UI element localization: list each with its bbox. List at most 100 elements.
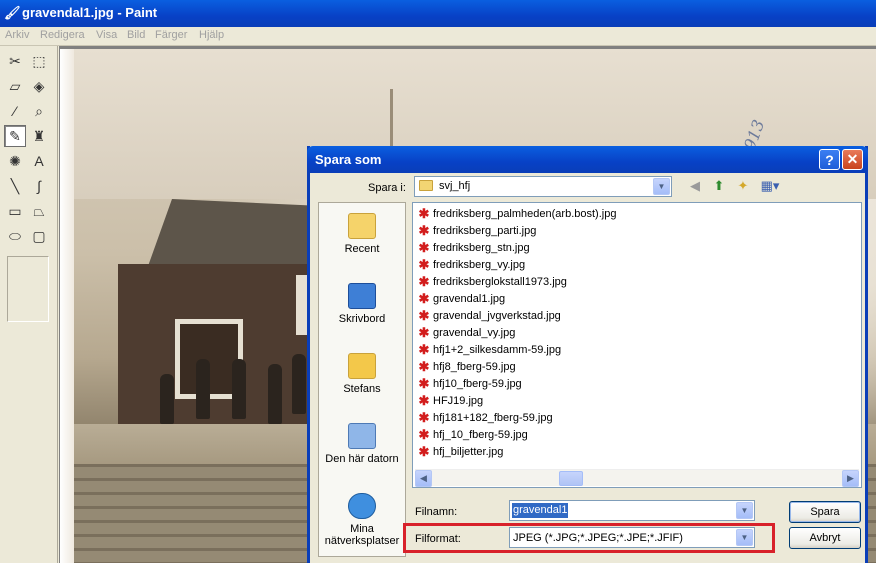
photo-left-edge [60,49,74,563]
folder-icon [419,180,433,191]
file-name: fredriksberg_parti.jpg [433,225,537,237]
file-list-item[interactable]: ✱ gravendal_jvgverkstad.jpg [417,308,561,324]
filename-value: gravendal1 [512,503,569,518]
places-bar: Recent Skrivbord Stefans Den här datorn … [318,202,406,557]
line-icon[interactable]: ╲ [4,175,26,197]
dialog-title: Spara som [315,152,382,167]
file-list-item[interactable]: ✱ fredriksberg_stn.jpg [417,240,530,256]
desktop-icon [348,283,376,309]
magnifier-icon[interactable]: ⌕ [28,100,50,122]
menu-view[interactable]: Visa [96,29,117,41]
place-label: Recent [344,243,380,255]
file-name: fredriksberg_palmheden(arb.bost).jpg [433,208,617,220]
scroll-left-icon[interactable]: ◀ [415,470,432,487]
chevron-down-icon[interactable]: ▼ [736,502,753,519]
menu-image[interactable]: Bild [127,29,145,41]
scroll-right-icon[interactable]: ▶ [842,470,859,487]
back-icon[interactable]: ◀ [686,177,704,195]
file-name: hfj1+2_silkesdamm-59.jpg [433,344,562,356]
close-button[interactable]: ✕ [842,149,863,170]
rounded-rect-icon[interactable]: ▢ [28,225,50,247]
file-list-item[interactable]: ✱ HFJ19.jpg [417,393,484,409]
file-list-item[interactable]: ✱ fredriksberg_palmheden(arb.bost).jpg [417,206,617,222]
file-list-item[interactable]: ✱ hfj181+182_fberg-59.jpg [417,410,553,426]
photo-person [292,354,306,414]
place-network[interactable]: Mina nätverksplatser [319,493,405,547]
network-globe-icon [348,493,376,519]
jpg-file-icon: ✱ [418,427,430,442]
file-list-item[interactable]: ✱ hfj_10_fberg-59.jpg [417,427,528,443]
jpg-file-icon: ✱ [418,206,430,221]
file-list-item[interactable]: ✱ fredriksberglokstall1973.jpg [417,274,567,290]
place-label: Mina nätverksplatser [324,523,400,547]
tool-options-box[interactable] [7,256,49,322]
place-my-computer[interactable]: Den här datorn [319,423,405,465]
jpg-file-icon: ✱ [418,325,430,340]
menu-edit[interactable]: Redigera [40,29,85,41]
place-desktop[interactable]: Skrivbord [319,283,405,325]
file-name: hfj8_fberg-59.jpg [433,361,516,373]
photo-person [196,359,210,419]
file-list-item[interactable]: ✱ fredriksberg_vy.jpg [417,257,526,273]
filename-label: Filnamn: [415,506,458,518]
save-button[interactable]: Spara [789,501,861,523]
chevron-down-icon[interactable]: ▼ [653,178,670,195]
free-form-select-icon[interactable]: ✂ [4,50,26,72]
file-name: gravendal_vy.jpg [433,327,516,339]
rect-select-icon[interactable]: ⬚ [28,50,50,72]
save-in-combo[interactable]: svj_hfj ▼ [414,176,672,197]
file-list-item[interactable]: ✱ gravendal1.jpg [417,291,506,307]
file-list-item[interactable]: ✱ gravendal_vy.jpg [417,325,516,341]
jpg-file-icon: ✱ [418,291,430,306]
computer-icon [348,423,376,449]
place-documents[interactable]: Stefans [319,353,405,395]
pick-color-icon[interactable]: ⁄ [4,100,26,122]
place-label: Stefans [343,383,381,395]
jpg-file-icon: ✱ [418,393,430,408]
menu-colors[interactable]: Färger [155,29,187,41]
text-icon[interactable]: A [28,150,50,172]
ellipse-icon[interactable]: ⬭ [4,225,26,247]
pencil-icon[interactable]: ✎ [4,125,26,147]
paint-title-bar: 🖌 gravendal1.jpg - Paint [0,0,876,27]
jpg-file-icon: ✱ [418,223,430,238]
up-folder-icon[interactable]: ⬆ [710,177,728,195]
file-name: gravendal1.jpg [433,293,506,305]
place-recent[interactable]: Recent [319,213,405,255]
dialog-title-bar: Spara som ? ✕ [307,146,868,173]
file-list-item[interactable]: ✱ fredriksberg_parti.jpg [417,223,537,239]
polygon-icon[interactable]: ⏢ [28,200,50,222]
file-name: hfj181+182_fberg-59.jpg [433,412,553,424]
scroll-thumb[interactable] [559,471,583,486]
fill-icon[interactable]: ◈ [28,75,50,97]
filename-field[interactable]: gravendal1 ▼ [509,500,755,521]
file-list-item[interactable]: ✱ hfj10_fberg-59.jpg [417,376,522,392]
file-name: fredriksberg_vy.jpg [433,259,526,271]
file-list-item[interactable]: ✱ hfj1+2_silkesdamm-59.jpg [417,342,562,358]
menu-bar: Arkiv Redigera Visa Bild Färger Hjälp [0,27,876,46]
brush-icon[interactable]: ♜ [28,125,50,147]
cancel-button[interactable]: Avbryt [789,527,861,549]
window-title: gravendal1.jpg - Paint [22,5,158,20]
save-in-label: Spara i: [368,182,406,194]
annotation-highlight-box [403,523,775,553]
file-name: hfj10_fberg-59.jpg [433,378,522,390]
new-folder-icon[interactable]: ✦ [734,177,752,195]
jpg-file-icon: ✱ [418,257,430,272]
menu-help[interactable]: Hjälp [199,29,224,41]
jpg-file-icon: ✱ [418,359,430,374]
eraser-icon[interactable]: ▱ [4,75,26,97]
rectangle-icon[interactable]: ▭ [4,200,26,222]
help-button[interactable]: ? [819,149,840,170]
horizontal-scrollbar[interactable]: ◀ ▶ [415,469,859,487]
file-list-item[interactable]: ✱ hfj8_fberg-59.jpg [417,359,516,375]
airbrush-icon[interactable]: ✺ [4,150,26,172]
save-in-value: svj_hfj [439,180,471,192]
menu-file[interactable]: Arkiv [5,29,29,41]
file-name: hfj_biljetter.jpg [433,446,504,458]
place-label: Den här datorn [325,453,399,465]
file-list-item[interactable]: ✱ hfj_biljetter.jpg [417,444,504,460]
view-menu-icon[interactable]: ▦▾ [758,177,782,195]
curve-icon[interactable]: ∫ [28,175,50,197]
file-list[interactable]: ✱ hfj_biljetter.jpg ✱ hfj_10_fberg-59.jpg ✱ h… [412,202,862,488]
